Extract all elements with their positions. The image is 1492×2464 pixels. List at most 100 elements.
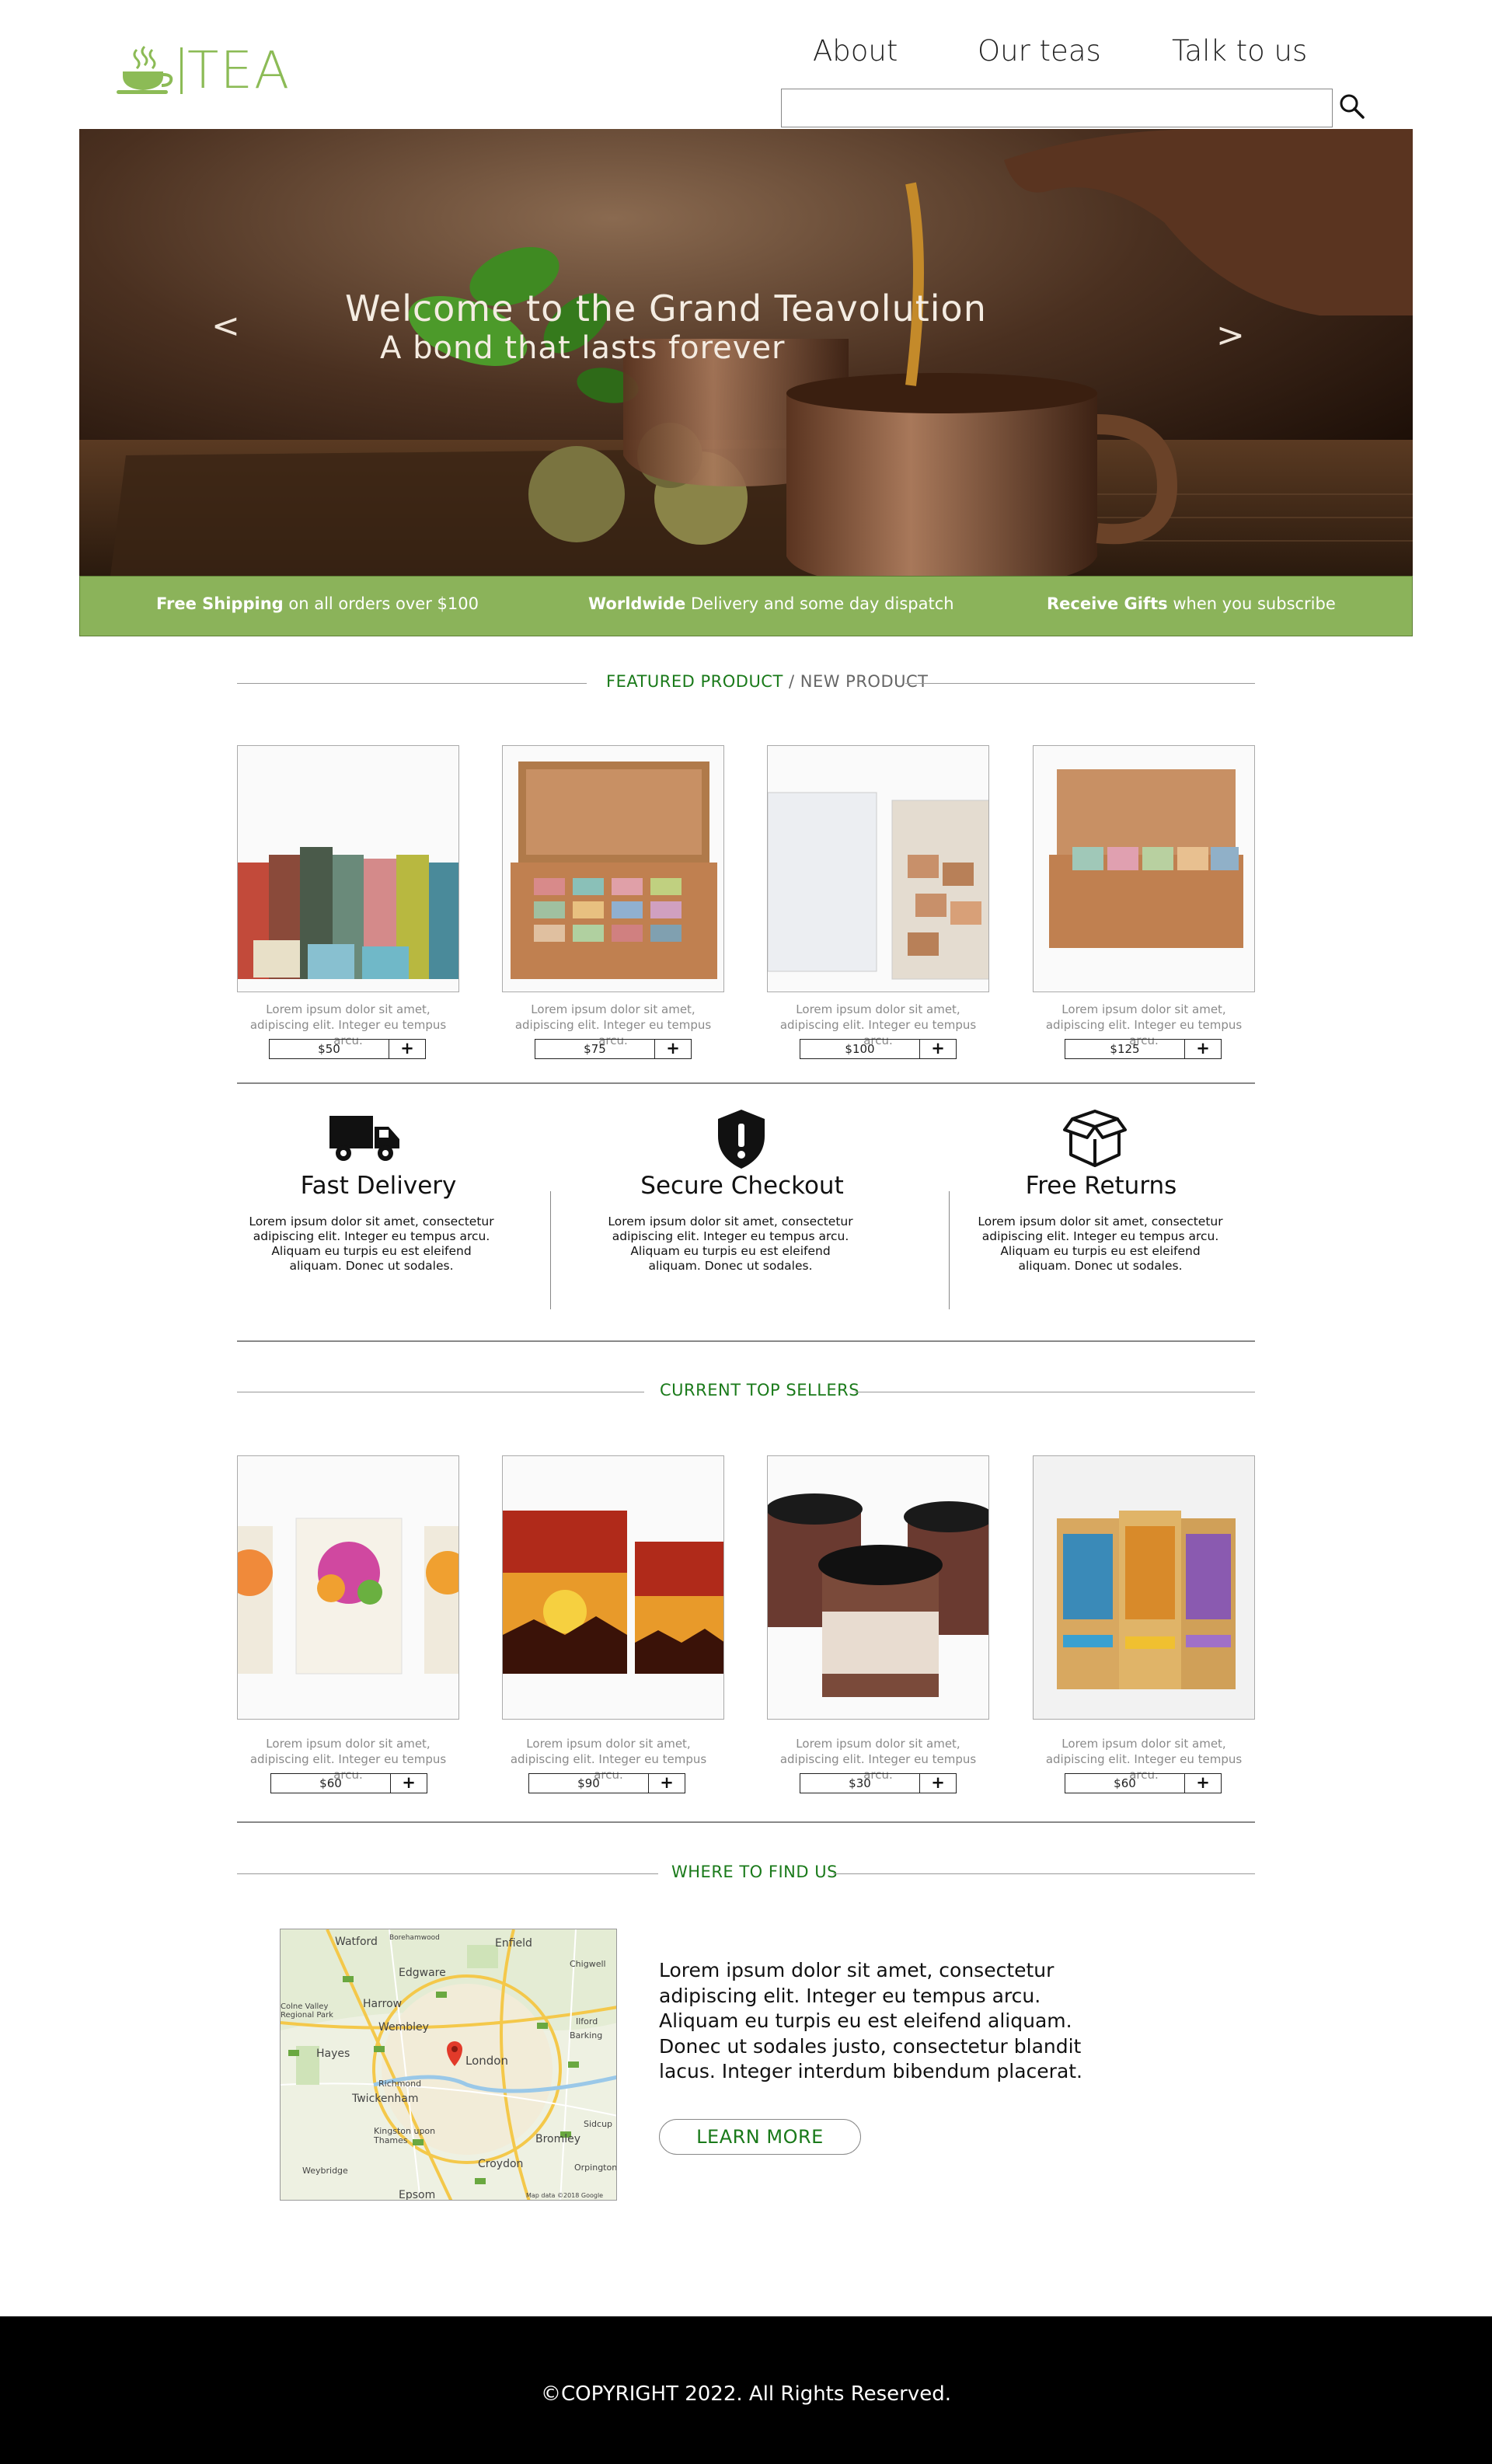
price-control: $60 + bbox=[270, 1773, 427, 1793]
shipping-bar: Free Shipping on all orders over $100 Wo… bbox=[79, 576, 1413, 636]
product-card[interactable] bbox=[767, 745, 989, 992]
map-label: Croydon bbox=[478, 2158, 524, 2170]
product-card[interactable] bbox=[237, 1455, 459, 1720]
map-label: Kingston upon Thames bbox=[374, 2126, 436, 2145]
map-label: Bromley bbox=[535, 2133, 581, 2145]
section-divider bbox=[237, 1873, 658, 1874]
map-label: Barking bbox=[570, 2030, 603, 2041]
price-control: $75 + bbox=[535, 1039, 692, 1059]
section-divider bbox=[833, 1873, 1255, 1874]
map-label: Colne Valley Regional Park bbox=[281, 2002, 333, 2020]
product-image bbox=[768, 746, 988, 992]
find-us-title: WHERE TO FIND US bbox=[671, 1863, 838, 1881]
map-label: Borehamwood bbox=[389, 1934, 440, 1942]
add-to-cart-button[interactable]: + bbox=[655, 1040, 691, 1058]
map-label: London bbox=[465, 2054, 508, 2068]
map-label: Weybridge bbox=[302, 2166, 348, 2176]
product-image bbox=[238, 746, 458, 992]
price-control: $90 + bbox=[528, 1773, 685, 1793]
section-divider bbox=[237, 1082, 1255, 1084]
add-to-cart-button[interactable]: + bbox=[391, 1774, 427, 1793]
product-price: $90 bbox=[529, 1774, 649, 1793]
add-to-cart-button[interactable]: + bbox=[1185, 1040, 1221, 1058]
map-image bbox=[281, 1929, 616, 2200]
product-card[interactable] bbox=[502, 1455, 724, 1720]
shipping-item-free-shipping: Free Shipping on all orders over $100 bbox=[156, 594, 479, 613]
map-label: Edgware bbox=[399, 1967, 446, 1979]
brand-name: TEA bbox=[187, 40, 291, 100]
price-control: $125 + bbox=[1065, 1039, 1222, 1059]
product-image bbox=[1034, 746, 1254, 992]
product-price: $50 bbox=[270, 1040, 389, 1058]
map-label: Richmond bbox=[378, 2079, 422, 2089]
section-divider bbox=[905, 683, 1255, 684]
teacup-icon bbox=[117, 45, 173, 94]
map-label: Twickenham bbox=[352, 2093, 419, 2105]
hero-next-button[interactable]: > bbox=[1216, 315, 1245, 355]
shield-icon bbox=[718, 1110, 765, 1169]
product-card[interactable] bbox=[502, 745, 724, 992]
nav-our-teas[interactable]: Our teas bbox=[978, 34, 1101, 68]
product-image bbox=[503, 1456, 723, 1719]
feature-title: Free Returns bbox=[1025, 1172, 1177, 1200]
search-icon bbox=[1340, 94, 1365, 119]
learn-more-button[interactable]: LEARN MORE bbox=[659, 2119, 861, 2155]
product-price: $75 bbox=[535, 1040, 655, 1058]
feature-text: Lorem ipsum dolor sit amet, consectetur … bbox=[608, 1215, 853, 1273]
product-price: $100 bbox=[800, 1040, 920, 1058]
map-label: Epsom bbox=[399, 2189, 436, 2201]
section-divider bbox=[237, 1821, 1255, 1823]
product-card[interactable] bbox=[1033, 745, 1255, 992]
product-image bbox=[503, 746, 723, 992]
product-card[interactable] bbox=[1033, 1455, 1255, 1720]
feature-divider bbox=[949, 1191, 950, 1309]
product-price: $30 bbox=[800, 1774, 920, 1793]
shipping-item-gifts: Receive Gifts when you subscribe bbox=[1047, 594, 1336, 613]
feature-title: Fast Delivery bbox=[300, 1172, 457, 1200]
shipping-item-worldwide: Worldwide Delivery and some day dispatch bbox=[588, 594, 954, 613]
search-button[interactable] bbox=[1337, 92, 1368, 123]
brand-logo[interactable]: TEA bbox=[113, 44, 291, 98]
hero-title: Welcome to the Grand Teavolution bbox=[345, 288, 987, 329]
map-label: Enfield bbox=[495, 1937, 532, 1950]
featured-title: FEATURED PRODUCT / NEW PRODUCT bbox=[606, 672, 929, 691]
hero-prev-button[interactable]: < bbox=[211, 306, 240, 346]
hero-subtitle: A bond that lasts forever bbox=[380, 330, 786, 366]
feature-text: Lorem ipsum dolor sit amet, consectetur … bbox=[978, 1215, 1223, 1273]
product-image bbox=[1034, 1456, 1254, 1719]
price-control: $50 + bbox=[269, 1039, 426, 1059]
map-label: Sidcup bbox=[584, 2119, 613, 2129]
price-control: $30 + bbox=[800, 1773, 957, 1793]
map-label: Hayes bbox=[316, 2048, 350, 2060]
price-control: $60 + bbox=[1065, 1773, 1222, 1793]
add-to-cart-button[interactable]: + bbox=[389, 1040, 425, 1058]
add-to-cart-button[interactable]: + bbox=[920, 1040, 956, 1058]
product-price: $60 bbox=[271, 1774, 391, 1793]
map-label: Chigwell bbox=[570, 1959, 606, 1969]
location-map[interactable]: Watford Enfield Edgware Harrow Wembley H… bbox=[280, 1929, 617, 2201]
map-label: Harrow bbox=[363, 1998, 403, 2010]
search-input[interactable] bbox=[781, 89, 1333, 127]
add-to-cart-button[interactable]: + bbox=[1185, 1774, 1221, 1793]
box-icon bbox=[1063, 1110, 1127, 1167]
product-price: $60 bbox=[1065, 1774, 1185, 1793]
nav-talk-to-us[interactable]: Talk to us bbox=[1172, 34, 1307, 68]
feature-divider bbox=[550, 1191, 551, 1309]
nav-about[interactable]: About bbox=[813, 34, 898, 68]
copyright-text: ©COPYRIGHT 2022. All Rights Reserved. bbox=[541, 2382, 951, 2406]
add-to-cart-button[interactable]: + bbox=[649, 1774, 685, 1793]
map-attribution: Map data ©2018 Google bbox=[526, 2192, 604, 2199]
truck-icon bbox=[329, 1116, 399, 1161]
product-card[interactable] bbox=[237, 745, 459, 992]
section-divider bbox=[237, 1340, 1255, 1342]
product-image bbox=[768, 1456, 988, 1719]
top-sellers-title: CURRENT TOP SELLERS bbox=[660, 1381, 860, 1399]
section-divider bbox=[237, 683, 587, 684]
map-label: Orpington bbox=[574, 2163, 617, 2173]
map-label: Ilford bbox=[576, 2016, 598, 2027]
feature-title: Secure Checkout bbox=[640, 1172, 844, 1200]
feature-text: Lorem ipsum dolor sit amet, consectetur … bbox=[249, 1215, 494, 1273]
product-price: $125 bbox=[1065, 1040, 1185, 1058]
product-card[interactable] bbox=[767, 1455, 989, 1720]
add-to-cart-button[interactable]: + bbox=[920, 1774, 956, 1793]
